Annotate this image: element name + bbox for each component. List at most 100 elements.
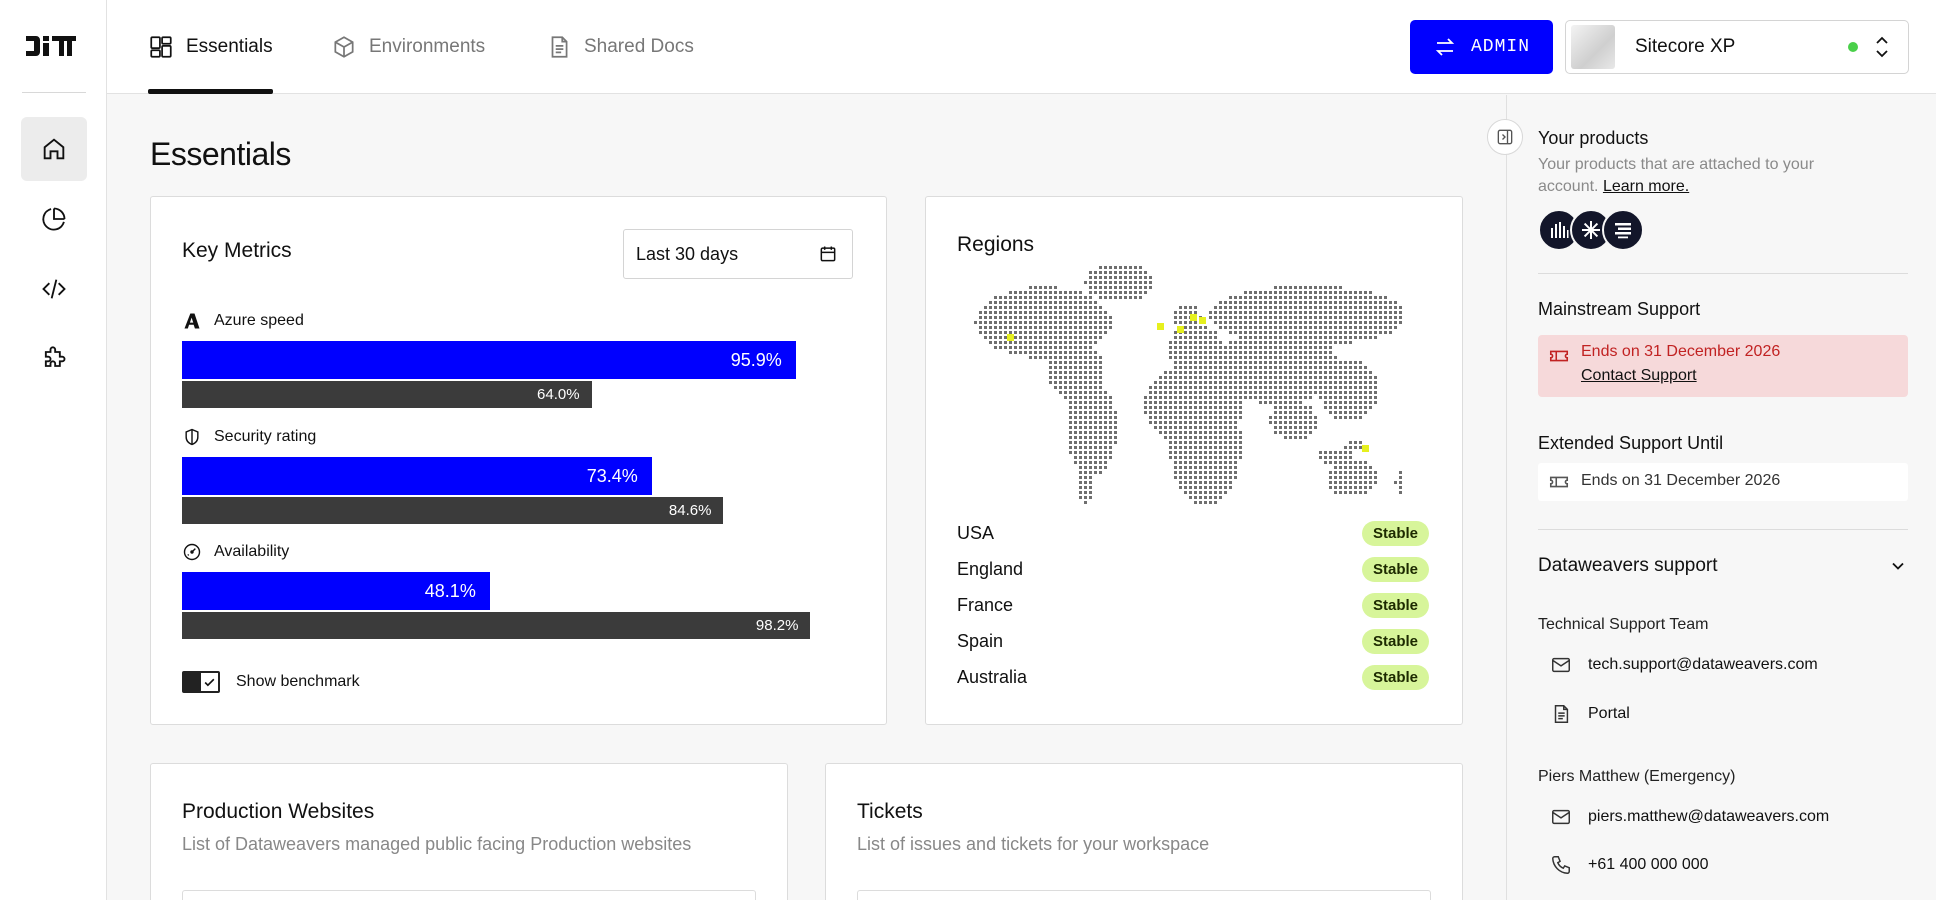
- map-land-dot: [1364, 481, 1367, 484]
- map-land-dot: [1339, 336, 1342, 339]
- learn-more-link[interactable]: Learn more.: [1603, 178, 1689, 195]
- emergency-phone-link[interactable]: +61 400 000 000: [1550, 854, 1709, 876]
- map-land-dot: [1214, 361, 1217, 364]
- map-land-dot: [1209, 381, 1212, 384]
- integrations-nav-button[interactable]: [21, 327, 87, 391]
- map-land-dot: [1364, 326, 1367, 329]
- map-land-dot: [1224, 396, 1227, 399]
- map-land-dot: [1059, 296, 1062, 299]
- map-land-dot: [1234, 421, 1237, 424]
- map-land-dot: [1359, 406, 1362, 409]
- map-land-dot: [1174, 456, 1177, 459]
- collapse-panel-button[interactable]: [1487, 119, 1523, 155]
- map-land-dot: [1359, 446, 1362, 449]
- map-land-dot: [1204, 386, 1207, 389]
- team-email-link[interactable]: tech.support@dataweavers.com: [1550, 654, 1818, 676]
- map-land-dot: [1029, 291, 1032, 294]
- map-land-dot: [1064, 341, 1067, 344]
- map-land-dot: [1229, 466, 1232, 469]
- map-land-dot: [1289, 371, 1292, 374]
- map-land-dot: [1354, 491, 1357, 494]
- map-land-dot: [1244, 291, 1247, 294]
- map-land-dot: [1114, 266, 1117, 269]
- map-land-dot: [1349, 446, 1352, 449]
- map-land-dot: [1064, 371, 1067, 374]
- dataweavers-logo[interactable]: [26, 33, 76, 59]
- map-land-dot: [1339, 316, 1342, 319]
- map-land-dot: [1149, 386, 1152, 389]
- map-land-dot: [1189, 406, 1192, 409]
- map-land-dot: [1229, 391, 1232, 394]
- map-land-dot: [1249, 306, 1252, 309]
- map-land-dot: [1399, 481, 1402, 484]
- product-stack-icon[interactable]: [1602, 209, 1644, 251]
- map-land-dot: [1329, 296, 1332, 299]
- portal-link[interactable]: Portal: [1550, 703, 1630, 725]
- map-land-dot: [1364, 406, 1367, 409]
- map-land-dot: [1079, 306, 1082, 309]
- map-land-dot: [1009, 321, 1012, 324]
- map-land-dot: [1099, 451, 1102, 454]
- map-land-dot: [1014, 336, 1017, 339]
- map-land-dot: [1269, 336, 1272, 339]
- map-land-dot: [1209, 461, 1212, 464]
- map-land-dot: [1279, 386, 1282, 389]
- map-land-dot: [1319, 321, 1322, 324]
- map-land-dot: [1164, 376, 1167, 379]
- map-land-dot: [1104, 431, 1107, 434]
- map-land-dot: [1069, 421, 1072, 424]
- map-land-dot: [1229, 426, 1232, 429]
- site-selector[interactable]: Sitecore XP: [1565, 20, 1909, 74]
- map-land-dot: [1074, 371, 1077, 374]
- admin-button[interactable]: ADMIN: [1410, 20, 1553, 74]
- map-land-dot: [1309, 431, 1312, 434]
- show-benchmark-toggle[interactable]: Show benchmark: [182, 671, 360, 693]
- map-land-dot: [1034, 291, 1037, 294]
- map-land-dot: [1259, 396, 1262, 399]
- map-land-dot: [1084, 481, 1087, 484]
- map-land-dot: [1234, 361, 1237, 364]
- map-land-dot: [1274, 426, 1277, 429]
- map-land-dot: [1179, 316, 1182, 319]
- map-land-dot: [1359, 361, 1362, 364]
- map-land-dot: [974, 321, 977, 324]
- map-land-dot: [1289, 396, 1292, 399]
- tab-shared-docs[interactable]: Shared Docs: [546, 0, 694, 94]
- analytics-nav-button[interactable]: [21, 187, 87, 251]
- map-land-dot: [1104, 436, 1107, 439]
- dataweavers-support-accordion[interactable]: Dataweavers support: [1538, 555, 1908, 577]
- code-nav-button[interactable]: [21, 257, 87, 321]
- map-land-dot: [1039, 341, 1042, 344]
- map-land-dot: [1279, 326, 1282, 329]
- map-land-dot: [1179, 471, 1182, 474]
- map-land-dot: [1279, 301, 1282, 304]
- map-land-dot: [1369, 481, 1372, 484]
- map-land-dot: [1274, 296, 1277, 299]
- map-land-dot: [1284, 351, 1287, 354]
- map-land-dot: [1194, 496, 1197, 499]
- tab-essentials[interactable]: Essentials: [148, 0, 273, 94]
- contact-support-link[interactable]: Contact Support: [1581, 367, 1697, 385]
- map-land-dot: [1304, 396, 1307, 399]
- map-land-dot: [1234, 316, 1237, 319]
- map-land-dot: [1179, 356, 1182, 359]
- map-land-dot: [1274, 306, 1277, 309]
- map-land-dot: [1289, 321, 1292, 324]
- map-land-dot: [1359, 416, 1362, 419]
- tab-environments[interactable]: Environments: [331, 0, 485, 94]
- map-land-dot: [1204, 411, 1207, 414]
- home-nav-button[interactable]: [21, 117, 87, 181]
- map-land-dot: [1189, 396, 1192, 399]
- map-land-dot: [1084, 366, 1087, 369]
- date-range-select[interactable]: Last 30 days: [623, 229, 853, 279]
- map-land-dot: [1229, 396, 1232, 399]
- map-land-dot: [1189, 411, 1192, 414]
- map-land-dot: [1189, 386, 1192, 389]
- map-land-dot: [1354, 331, 1357, 334]
- map-land-dot: [1214, 411, 1217, 414]
- toggle-switch[interactable]: [182, 671, 220, 693]
- map-land-dot: [1069, 301, 1072, 304]
- emergency-email-link[interactable]: piers.matthew@dataweavers.com: [1550, 806, 1829, 828]
- map-land-dot: [1319, 376, 1322, 379]
- map-land-dot: [1054, 316, 1057, 319]
